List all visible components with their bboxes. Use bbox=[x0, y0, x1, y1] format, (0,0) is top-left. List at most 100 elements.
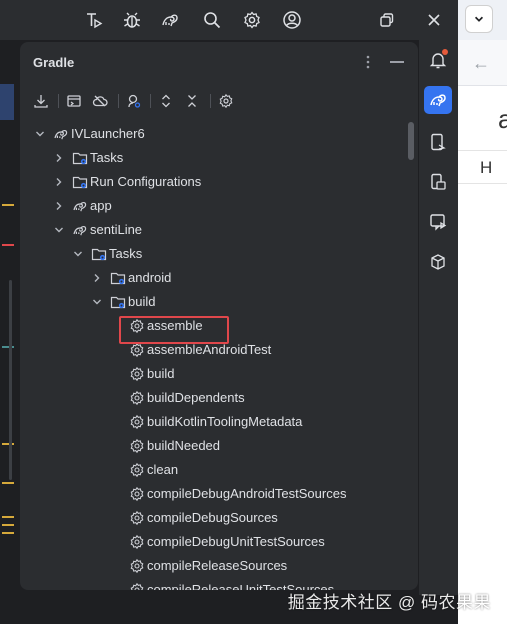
annotation-highlight-box bbox=[119, 316, 229, 344]
debug-bug-icon[interactable] bbox=[120, 8, 144, 32]
settings-gear-icon[interactable] bbox=[240, 8, 264, 32]
editor-selection bbox=[0, 84, 14, 120]
ide-window: Gradle IVLauncher6 Tasks Run Configurati… bbox=[0, 0, 507, 624]
tree-item-label: clean bbox=[147, 462, 179, 477]
gear-icon bbox=[129, 558, 145, 574]
tree-row[interactable]: sentiLine bbox=[20, 218, 406, 242]
tree-item-label: build bbox=[128, 294, 156, 309]
tree-row[interactable]: Run Configurations bbox=[20, 170, 406, 194]
browser-window-fragment: ← a H bbox=[458, 0, 507, 624]
toolbar-separator bbox=[58, 94, 59, 108]
chevron-down-icon[interactable] bbox=[34, 128, 46, 140]
download-sources-icon[interactable] bbox=[31, 91, 51, 111]
gradle-panel: Gradle IVLauncher6 Tasks Run Configurati… bbox=[20, 42, 418, 590]
gear-icon bbox=[129, 486, 145, 502]
gear-icon bbox=[129, 582, 145, 590]
app-inspection-icon[interactable] bbox=[424, 248, 452, 276]
tree-row[interactable]: Tasks bbox=[20, 242, 406, 266]
table-cell-text: H bbox=[480, 158, 493, 177]
right-tool-strip bbox=[419, 40, 458, 595]
chevron-right-icon[interactable] bbox=[53, 152, 65, 164]
tree-row[interactable]: buildKotlinToolingMetadata bbox=[20, 410, 406, 434]
folder-icon bbox=[72, 150, 88, 166]
run-tests-icon[interactable] bbox=[82, 8, 106, 32]
back-arrow-icon[interactable]: ← bbox=[472, 53, 490, 74]
gradle-task-tree: IVLauncher6 Tasks Run Configurations app sen… bbox=[20, 122, 406, 590]
chevron-right-icon[interactable] bbox=[53, 176, 65, 188]
account-icon[interactable] bbox=[280, 8, 304, 32]
search-icon[interactable] bbox=[200, 8, 224, 32]
gear-icon bbox=[129, 462, 145, 478]
tree-row[interactable]: buildDependents bbox=[20, 386, 406, 410]
error-marker bbox=[2, 244, 14, 246]
tree-row[interactable]: buildNeeded bbox=[20, 434, 406, 458]
tree-row[interactable]: build bbox=[20, 362, 406, 386]
notifications-bell-icon[interactable] bbox=[424, 46, 452, 74]
gear-icon bbox=[129, 414, 145, 430]
gear-icon bbox=[129, 342, 145, 358]
title-bar bbox=[0, 0, 458, 40]
tree-row[interactable]: app bbox=[20, 194, 406, 218]
change-marker bbox=[2, 443, 14, 445]
gradle-sync-icon[interactable] bbox=[158, 8, 182, 32]
tree-row[interactable]: IVLauncher6 bbox=[20, 122, 406, 146]
tree-item-label: compileDebugAndroidTestSources bbox=[147, 486, 347, 501]
analyze-dependencies-icon[interactable] bbox=[124, 91, 144, 111]
tree-row[interactable]: compileDebugUnitTestSources bbox=[20, 530, 406, 554]
folder-icon bbox=[72, 174, 88, 190]
gradle-toolbar bbox=[20, 88, 418, 114]
tree-row[interactable]: build bbox=[20, 290, 406, 314]
more-options-icon[interactable] bbox=[360, 52, 376, 72]
tree-item-label: IVLauncher6 bbox=[71, 126, 145, 141]
change-marker bbox=[2, 346, 14, 348]
running-devices-icon[interactable] bbox=[424, 208, 452, 236]
device-explorer-icon[interactable] bbox=[424, 168, 452, 196]
tree-row[interactable]: compileReleaseSources bbox=[20, 554, 406, 578]
gear-icon bbox=[129, 366, 145, 382]
tree-item-label: compileReleaseSources bbox=[147, 558, 288, 573]
expand-all-icon[interactable] bbox=[156, 91, 176, 111]
notification-dot bbox=[442, 49, 448, 55]
chevron-right-icon[interactable] bbox=[91, 272, 103, 284]
tree-row[interactable]: compileDebugSources bbox=[20, 506, 406, 530]
folder-icon bbox=[110, 294, 126, 310]
tree-item-label: android bbox=[128, 270, 172, 285]
table-cell-fragment: H bbox=[458, 150, 507, 184]
chevron-right-icon[interactable] bbox=[53, 200, 65, 212]
minimize-panel-icon[interactable] bbox=[390, 61, 404, 63]
offline-mode-icon[interactable] bbox=[90, 91, 110, 111]
chevron-down-icon[interactable] bbox=[465, 5, 493, 33]
gear-icon bbox=[129, 438, 145, 454]
tree-item-label: buildDependents bbox=[147, 390, 245, 405]
editor-scrollbar[interactable] bbox=[9, 280, 12, 480]
toolbar-separator bbox=[210, 94, 211, 108]
tree-item-label: Run Configurations bbox=[90, 174, 202, 189]
tree-row[interactable]: Tasks bbox=[20, 146, 406, 170]
chevron-down-icon[interactable] bbox=[72, 248, 84, 260]
tree-row[interactable]: clean bbox=[20, 458, 406, 482]
tree-scrollbar[interactable] bbox=[408, 122, 414, 160]
gradle-settings-icon[interactable] bbox=[216, 91, 236, 111]
chevron-down-icon[interactable] bbox=[91, 296, 103, 308]
change-marker bbox=[2, 204, 14, 206]
change-marker bbox=[2, 482, 14, 484]
tree-row[interactable]: compileDebugAndroidTestSources bbox=[20, 482, 406, 506]
close-window-icon[interactable] bbox=[422, 8, 446, 32]
tree-row[interactable]: android bbox=[20, 266, 406, 290]
gradle-elephant-icon bbox=[72, 222, 88, 238]
execute-task-icon[interactable] bbox=[64, 91, 84, 111]
toolbar-separator bbox=[118, 94, 119, 108]
gear-icon bbox=[129, 510, 145, 526]
tree-item-label: sentiLine bbox=[90, 222, 143, 237]
tree-item-label: Tasks bbox=[109, 246, 143, 261]
gradle-tool-button-icon[interactable] bbox=[424, 86, 452, 114]
device-manager-icon[interactable] bbox=[424, 128, 452, 156]
folder-icon bbox=[110, 270, 126, 286]
change-marker bbox=[2, 524, 14, 526]
tree-item-label: assembleAndroidTest bbox=[147, 342, 272, 357]
gear-icon bbox=[129, 390, 145, 406]
gear-icon bbox=[129, 534, 145, 550]
chevron-down-icon[interactable] bbox=[53, 224, 65, 236]
collapse-all-icon[interactable] bbox=[182, 91, 202, 111]
restore-window-icon[interactable] bbox=[374, 8, 398, 32]
